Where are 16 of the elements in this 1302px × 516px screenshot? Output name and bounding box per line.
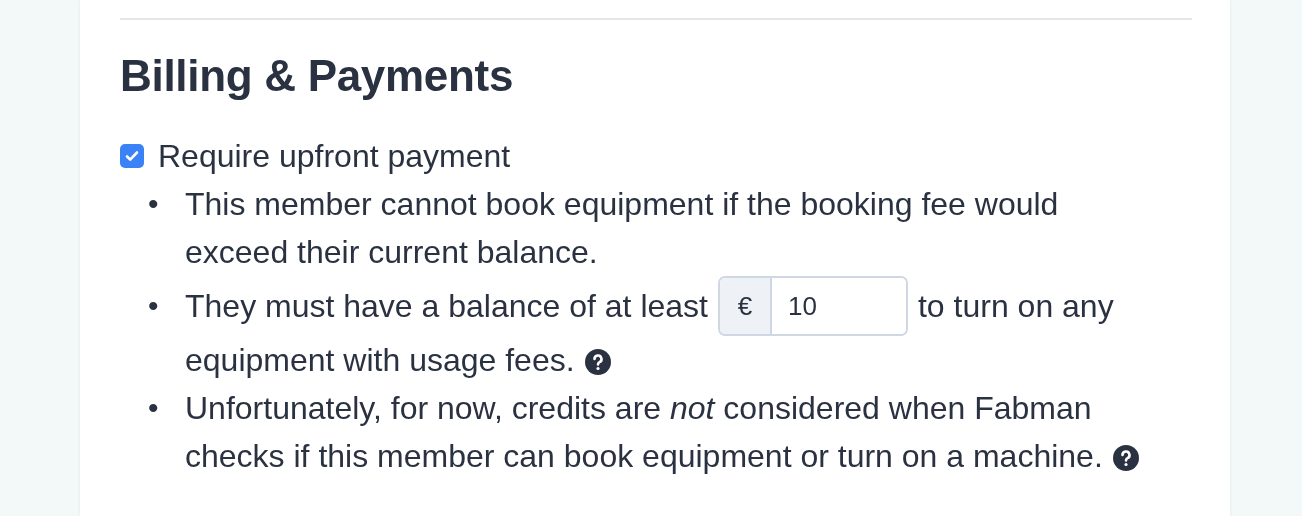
note-text: equipment with usage fees. xyxy=(185,342,575,378)
bullet: • xyxy=(148,186,160,222)
bullet: • xyxy=(148,390,160,426)
check-icon xyxy=(124,148,140,164)
note-text: They must have a balance of at least xyxy=(185,287,708,326)
checkbox[interactable] xyxy=(120,144,144,168)
help-icon[interactable] xyxy=(584,349,611,375)
currency-prefix: € xyxy=(719,278,772,334)
help-icon[interactable] xyxy=(1112,445,1139,471)
note-text: to turn on any xyxy=(917,287,1114,326)
bullet: • xyxy=(148,288,160,324)
amount-field[interactable]: € 10 xyxy=(717,276,908,336)
note-text: This member cannot book equipment if the booking fee would exceed their current balance. xyxy=(185,186,1059,270)
checkbox-label: Require upfront payment xyxy=(158,138,511,174)
section-title: Billing & Payments xyxy=(120,50,515,102)
note-text: Unfortunately, for now, credits are not considered when Fabman checks if this member can book equipment or turn on a machine. xyxy=(185,390,1103,474)
